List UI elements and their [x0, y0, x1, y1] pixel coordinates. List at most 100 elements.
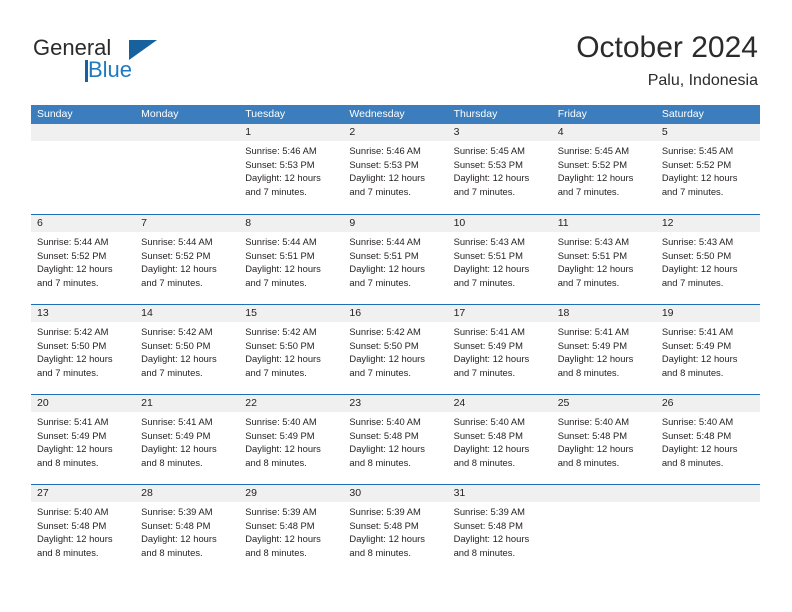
day-number: 28: [135, 485, 240, 502]
day-details: Sunrise: 5:39 AM Sunset: 5:48 PM Daylight:…: [135, 502, 239, 559]
daylight-text-line1: Daylight: 12 hours: [661, 172, 738, 184]
daylight-text-line2: and 8 minutes.: [141, 546, 203, 558]
day-number: 8: [239, 215, 344, 232]
day-cell[interactable]: 20 Sunrise: 5:41 AM Sunset: 5:49 PM Dayligh…: [31, 395, 136, 484]
daylight-text-line1: Daylight: 12 hours: [37, 263, 113, 275]
day-number: 22: [239, 395, 344, 412]
day-number: 1: [239, 124, 344, 141]
day-cell[interactable]: 8 Sunrise: 5:44 AM Sunset: 5:51 PM Daylight…: [239, 215, 344, 304]
day-cell[interactable]: 27 Sunrise: 5:40 AM Sunset: 5:48 PM Dayligh…: [31, 485, 136, 574]
day-details: Sunrise: 5:40 AM Sunset: 5:48 PM Daylight:…: [448, 412, 552, 469]
day-cell[interactable]: 29 Sunrise: 5:39 AM Sunset: 5:48 PM Dayligh…: [239, 485, 344, 574]
day-cell[interactable]: 28 Sunrise: 5:39 AM Sunset: 5:48 PM Dayligh…: [135, 485, 240, 574]
day-cell[interactable]: 21 Sunrise: 5:41 AM Sunset: 5:49 PM Dayligh…: [135, 395, 240, 484]
day-number: 19: [655, 305, 760, 322]
day-cell[interactable]: 25 Sunrise: 5:40 AM Sunset: 5:48 PM Dayligh…: [551, 395, 656, 484]
sunset-text: Sunset: 5:48 PM: [453, 519, 523, 531]
daylight-text-line1: Daylight: 12 hours: [661, 353, 738, 365]
general-blue-logo[interactable]: General Blue: [33, 36, 213, 88]
day-details: Sunrise: 5:45 AM Sunset: 5:53 PM Daylight:…: [448, 141, 552, 198]
sunrise-text: Sunrise: 5:45 AM: [453, 145, 525, 156]
day-number: 26: [655, 395, 760, 412]
sunset-text: Sunset: 5:52 PM: [37, 249, 107, 261]
day-details: Sunrise: 5:42 AM Sunset: 5:50 PM Daylight:…: [343, 322, 447, 379]
day-details: Sunrise: 5:42 AM Sunset: 5:50 PM Daylight:…: [239, 322, 343, 379]
daylight-text-line2: and 7 minutes.: [661, 185, 724, 197]
day-cell[interactable]: 17 Sunrise: 5:41 AM Sunset: 5:49 PM Dayligh…: [447, 305, 552, 394]
day-cell[interactable]: 10 Sunrise: 5:43 AM Sunset: 5:51 PM Dayligh…: [447, 215, 552, 304]
daylight-text-line2: and 8 minutes.: [349, 456, 411, 468]
day-details: Sunrise: 5:40 AM Sunset: 5:48 PM Daylight:…: [343, 412, 447, 469]
day-cell[interactable]: 24 Sunrise: 5:40 AM Sunset: 5:48 PM Dayligh…: [447, 395, 552, 484]
calendar-page: General Blue October 2024 Palu, Indonesi…: [0, 0, 792, 612]
sunset-text: Sunset: 5:51 PM: [245, 249, 315, 261]
title-block: October 2024 Palu, Indonesia: [576, 30, 758, 92]
day-cell-empty: [655, 485, 760, 574]
day-number: 9: [343, 215, 448, 232]
sunset-text: Sunset: 5:49 PM: [453, 339, 523, 351]
day-number: 10: [447, 215, 552, 232]
sunrise-text: Sunrise: 5:39 AM: [141, 506, 213, 517]
daylight-text-line2: and 8 minutes.: [661, 366, 724, 378]
day-cell[interactable]: 16 Sunrise: 5:42 AM Sunset: 5:50 PM Dayligh…: [343, 305, 448, 394]
sunrise-text: Sunrise: 5:43 AM: [661, 236, 734, 247]
day-cell[interactable]: 19 Sunrise: 5:41 AM Sunset: 5:49 PM Dayligh…: [655, 305, 760, 394]
day-cell[interactable]: 15 Sunrise: 5:42 AM Sunset: 5:50 PM Dayligh…: [239, 305, 344, 394]
day-cell[interactable]: 5 Sunrise: 5:45 AM Sunset: 5:52 PM Daylight…: [655, 124, 760, 214]
day-cell[interactable]: 9 Sunrise: 5:44 AM Sunset: 5:51 PM Daylight…: [343, 215, 448, 304]
sunrise-text: Sunrise: 5:40 AM: [661, 416, 734, 427]
day-cell[interactable]: 18 Sunrise: 5:41 AM Sunset: 5:49 PM Dayligh…: [551, 305, 656, 394]
sunset-text: Sunset: 5:48 PM: [349, 519, 419, 531]
day-cell[interactable]: 13 Sunrise: 5:42 AM Sunset: 5:50 PM Dayligh…: [31, 305, 136, 394]
day-details: Sunrise: 5:41 AM Sunset: 5:49 PM Daylight:…: [656, 322, 760, 379]
day-details: Sunrise: 5:45 AM Sunset: 5:52 PM Daylight:…: [656, 141, 760, 198]
day-cell[interactable]: 26 Sunrise: 5:40 AM Sunset: 5:48 PM Dayligh…: [655, 395, 760, 484]
daylight-text-line2: and 7 minutes.: [141, 276, 203, 288]
day-cell[interactable]: 2 Sunrise: 5:46 AM Sunset: 5:53 PM Daylight…: [343, 124, 448, 214]
day-number: [31, 124, 136, 141]
day-details: Sunrise: 5:46 AM Sunset: 5:53 PM Daylight:…: [239, 141, 343, 198]
daylight-text-line2: and 7 minutes.: [245, 276, 307, 288]
day-cell[interactable]: 23 Sunrise: 5:40 AM Sunset: 5:48 PM Dayligh…: [343, 395, 448, 484]
day-cell[interactable]: 22 Sunrise: 5:40 AM Sunset: 5:49 PM Dayligh…: [239, 395, 344, 484]
day-details: Sunrise: 5:40 AM Sunset: 5:49 PM Daylight:…: [239, 412, 343, 469]
day-cell[interactable]: 7 Sunrise: 5:44 AM Sunset: 5:52 PM Daylight…: [135, 215, 240, 304]
calendar-week-row: 1 Sunrise: 5:46 AM Sunset: 5:53 PM Daylight…: [31, 124, 760, 214]
daylight-text-line1: Daylight: 12 hours: [141, 533, 217, 545]
weekday-header-saturday: Saturday: [661, 108, 704, 120]
day-cell[interactable]: 12 Sunrise: 5:43 AM Sunset: 5:50 PM Dayligh…: [655, 215, 760, 304]
day-number: 4: [551, 124, 656, 141]
day-details: Sunrise: 5:40 AM Sunset: 5:48 PM Daylight:…: [656, 412, 760, 469]
daylight-text-line2: and 7 minutes.: [557, 276, 620, 288]
sunrise-text: Sunrise: 5:41 AM: [141, 416, 213, 427]
day-cell[interactable]: 14 Sunrise: 5:42 AM Sunset: 5:50 PM Dayligh…: [135, 305, 240, 394]
weekday-header-sunday: Sunday: [37, 108, 73, 120]
day-number: 25: [551, 395, 656, 412]
daylight-text-line1: Daylight: 12 hours: [245, 443, 321, 455]
sunrise-text: Sunrise: 5:44 AM: [349, 236, 421, 247]
daylight-text-line1: Daylight: 12 hours: [453, 172, 530, 184]
day-details: Sunrise: 5:42 AM Sunset: 5:50 PM Daylight:…: [135, 322, 239, 379]
sunset-text: Sunset: 5:48 PM: [349, 429, 419, 441]
sunset-text: Sunset: 5:53 PM: [245, 158, 315, 170]
day-cell[interactable]: 1 Sunrise: 5:46 AM Sunset: 5:53 PM Daylight…: [239, 124, 344, 214]
day-cell[interactable]: 3 Sunrise: 5:45 AM Sunset: 5:53 PM Daylight…: [447, 124, 552, 214]
sunrise-text: Sunrise: 5:44 AM: [141, 236, 213, 247]
day-cell[interactable]: 4 Sunrise: 5:45 AM Sunset: 5:52 PM Daylight…: [551, 124, 656, 214]
sunrise-text: Sunrise: 5:45 AM: [661, 145, 734, 156]
day-cell[interactable]: 6 Sunrise: 5:44 AM Sunset: 5:52 PM Daylight…: [31, 215, 136, 304]
day-details: Sunrise: 5:41 AM Sunset: 5:49 PM Daylight:…: [31, 412, 135, 469]
day-cell[interactable]: 11 Sunrise: 5:43 AM Sunset: 5:51 PM Dayligh…: [551, 215, 656, 304]
daylight-text-line2: and 7 minutes.: [349, 276, 411, 288]
daylight-text-line1: Daylight: 12 hours: [141, 263, 217, 275]
day-cell[interactable]: 31 Sunrise: 5:39 AM Sunset: 5:48 PM Dayligh…: [447, 485, 552, 574]
sunset-text: Sunset: 5:53 PM: [349, 158, 419, 170]
daylight-text-line2: and 8 minutes.: [557, 456, 620, 468]
day-details: Sunrise: 5:44 AM Sunset: 5:51 PM Daylight:…: [239, 232, 343, 289]
daylight-text-line2: and 8 minutes.: [557, 366, 620, 378]
daylight-text-line2: and 8 minutes.: [349, 546, 411, 558]
sunrise-text: Sunrise: 5:41 AM: [37, 416, 109, 427]
day-cell[interactable]: 30 Sunrise: 5:39 AM Sunset: 5:48 PM Dayligh…: [343, 485, 448, 574]
triangle-logo-icon: [129, 40, 157, 60]
daylight-text-line2: and 7 minutes.: [349, 366, 411, 378]
